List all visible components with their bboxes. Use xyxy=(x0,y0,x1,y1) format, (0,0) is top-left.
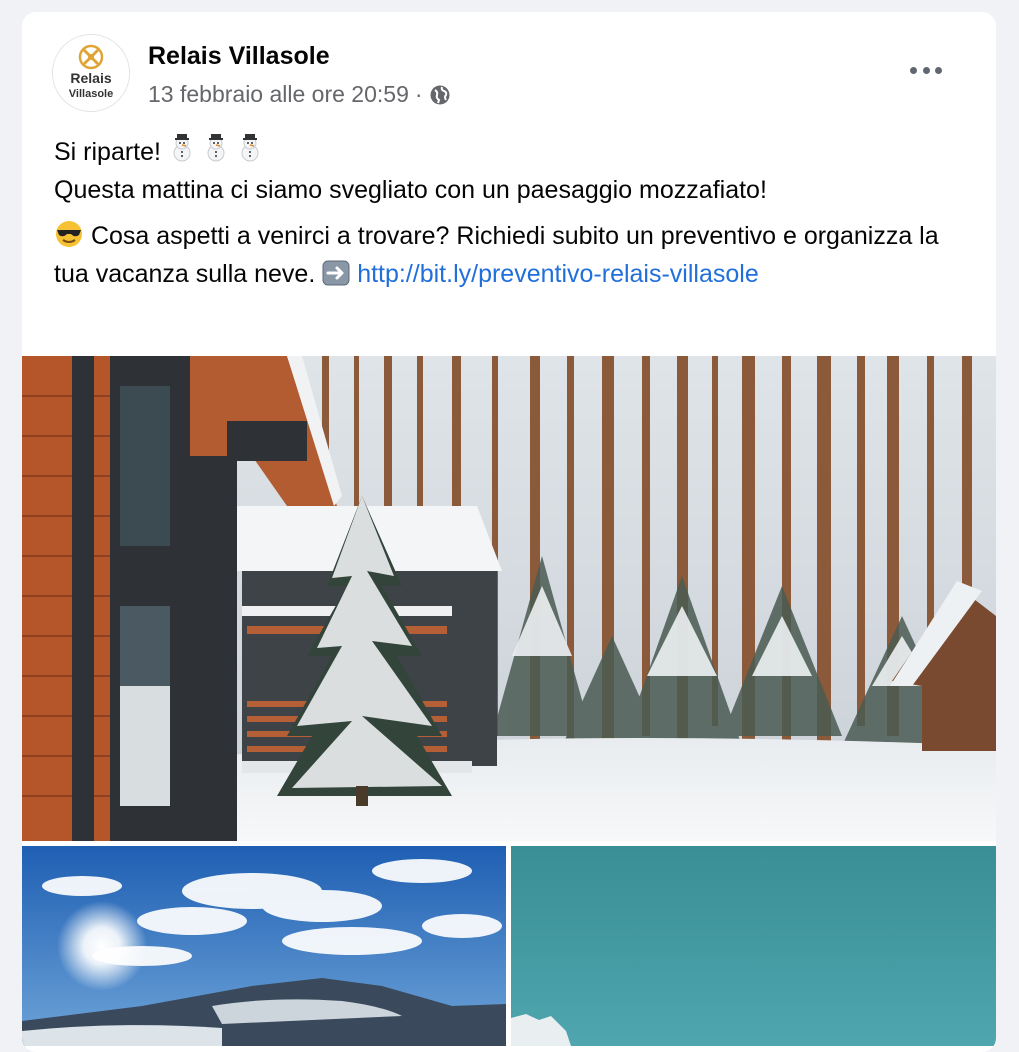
right-arrow-icon xyxy=(322,260,350,295)
relais-villasole-logo: Relais Villasole xyxy=(53,35,129,111)
meta-separator: · xyxy=(414,81,423,107)
post-line2: Questa mattina ci siamo svegliato con un… xyxy=(54,176,767,204)
svg-text:Villasole: Villasole xyxy=(69,88,113,100)
snowman-icon xyxy=(168,133,268,173)
post-meta: 13 febbraio alle ore 20:59 · xyxy=(148,81,451,108)
post-line1: Si riparte! xyxy=(54,138,161,166)
post-text: Si riparte! Questa mattina ci siamo sveg… xyxy=(54,133,974,295)
post-card: Relais Villasole Relais Villasole 13 feb… xyxy=(22,12,996,1052)
snowy-mountain-photo[interactable] xyxy=(22,846,506,1046)
svg-text:Relais: Relais xyxy=(70,70,111,86)
blue-sky-photo[interactable] xyxy=(511,846,996,1046)
snowy-cabins-photo[interactable] xyxy=(22,356,996,841)
sunglasses-face-icon xyxy=(54,220,84,257)
page-name[interactable]: Relais Villasole xyxy=(148,42,330,71)
more-options-icon[interactable] xyxy=(910,58,942,82)
post-timestamp[interactable]: 13 febbraio alle ore 20:59 xyxy=(148,81,409,108)
globe-icon[interactable] xyxy=(429,84,451,106)
preventivo-link[interactable]: http://bit.ly/preventivo-relais-villasol… xyxy=(357,260,759,288)
page-avatar[interactable]: Relais Villasole xyxy=(52,34,130,112)
